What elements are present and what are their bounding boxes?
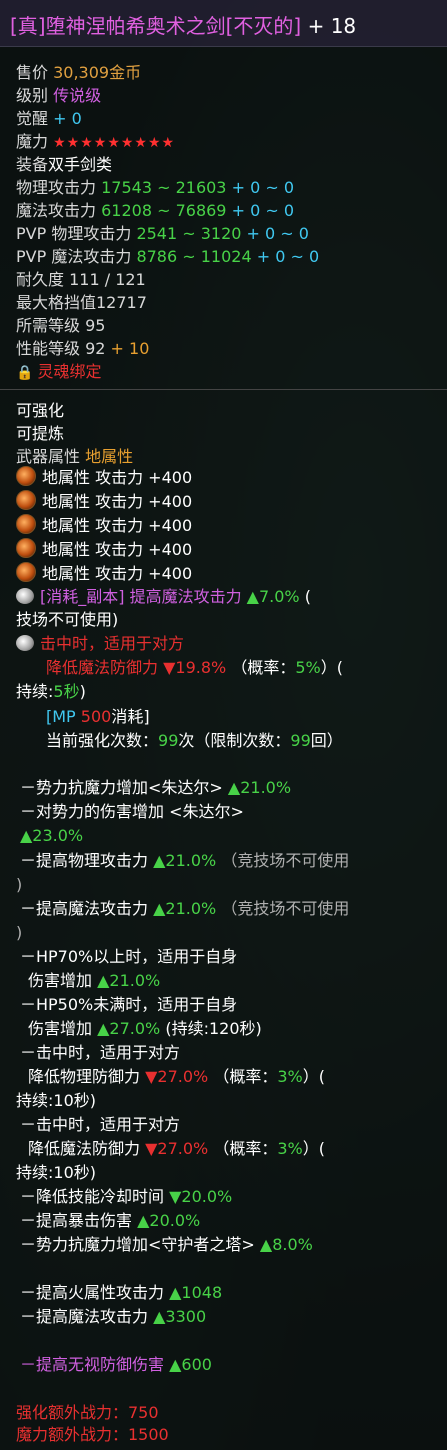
skill-consume-note: 技场不可使用) xyxy=(16,610,119,629)
price-row: 售价 30,309金币 xyxy=(16,63,142,82)
mag-attack-row: 魔法攻击力 61208 ~ 76869 + 0 ~ 0 xyxy=(16,201,295,220)
attr-line-cont: 持续:10秒) xyxy=(16,1163,96,1182)
skill-onhit-effect: 降低魔法防御力 ▼19.8% （概率：5%）( xyxy=(46,658,343,677)
title-bar: [真]堕神涅帕希奥术之剑[不灭的] + 18 xyxy=(0,0,447,47)
attr-line: －提高魔法攻击力 ▲21.0% （竞技场不可使用 xyxy=(20,899,350,918)
earth-gem-icon xyxy=(16,562,36,582)
mp-cost: [MP 500消耗] xyxy=(46,707,150,726)
attr-line: －提高暴击伤害 ▲20.0% xyxy=(20,1211,201,1230)
attr-line: －提高物理攻击力 ▲21.0% （竞技场不可使用 xyxy=(20,851,350,870)
attr-line: －势力抗魔力增加<朱达尔> ▲21.0% xyxy=(20,778,292,797)
gem-slot: 地属性 攻击力 +400 xyxy=(16,562,192,585)
performance-level: 性能等级 92 + 10 xyxy=(16,339,150,358)
attr-line: －击中时，适用于对方 xyxy=(20,1115,181,1134)
max-block: 最大格挡值12717 xyxy=(16,293,147,312)
item-title: [真]堕神涅帕希奥术之剑[不灭的] + 18 xyxy=(10,10,356,39)
weapon-attr-row: 武器属性 地属性 xyxy=(16,447,134,466)
attr-line: －降低技能冷却时间 ▼20.0% xyxy=(20,1187,233,1206)
skill-onhit: 击中时，适用于对方 xyxy=(16,633,184,655)
gem-slot: 地属性 攻击力 +400 xyxy=(16,538,192,561)
magic-row: 魔力 ★★★★★★★★★ xyxy=(16,132,176,151)
can-refine: 可提炼 xyxy=(16,424,65,443)
attr-line: －势力抗魔力增加<守护者之塔> ▲8.0% xyxy=(20,1235,313,1254)
attr-line-sub: 降低物理防御力 ▼27.0% （概率：3%）( xyxy=(28,1067,325,1086)
enhance-extra-power: 强化额外战力：750 xyxy=(16,1403,159,1422)
attr-line-cont: ) xyxy=(16,875,23,894)
attr-line-sub: 降低魔法防御力 ▼27.0% （概率：3%）( xyxy=(28,1139,325,1158)
attr-line-sub: 伤害增加 ▲27.0% (持续:120秒) xyxy=(28,1019,262,1038)
phys-attack-row: 物理攻击力 17543 ~ 21603 + 0 ~ 0 xyxy=(16,178,295,197)
pvp-phys-row: PVP 物理攻击力 2541 ~ 3120 + 0 ~ 0 xyxy=(16,224,309,243)
attr-line: －提高魔法攻击力 ▲3300 xyxy=(20,1307,207,1326)
attr-line-cont: ) xyxy=(16,923,23,942)
grade-row: 级别 传说级 xyxy=(16,86,102,105)
skill-orb-icon xyxy=(16,635,34,651)
awaken-row: 觉醒 + 0 xyxy=(16,109,82,128)
required-level: 所需等级 95 xyxy=(16,316,106,335)
attr-line: －对势力的伤害增加 <朱达尔> xyxy=(20,802,244,821)
attr-line-cont: 持续:10秒) xyxy=(16,1091,96,1110)
enhance-count: 当前强化次数：99次（限制次数：99回） xyxy=(46,731,343,750)
gem-slot: 地属性 攻击力 +400 xyxy=(16,514,192,537)
item-name: [真]堕神涅帕希奥术之剑[不灭的] xyxy=(10,14,302,38)
attr-line-sub: 伤害增加 ▲21.0% xyxy=(28,971,161,990)
attr-line: －HP50%未满时，适用于自身 xyxy=(20,995,238,1014)
pvp-mag-row: PVP 魔法攻击力 8786 ~ 11024 + 0 ~ 0 xyxy=(16,247,320,266)
magic-extra-power: 魔力额外战力：1500 xyxy=(16,1425,169,1444)
skill-onhit-duration: 持续:5秒) xyxy=(16,682,86,701)
earth-gem-icon xyxy=(16,538,36,558)
item-plus-level: + 18 xyxy=(307,14,357,38)
magic-stars-icon: ★★★★★★★★★ xyxy=(53,135,176,151)
equip-row: 装备双手剑类 xyxy=(16,155,113,174)
can-enhance: 可强化 xyxy=(16,401,65,420)
attr-line: －击中时，适用于对方 xyxy=(20,1043,181,1062)
divider xyxy=(0,389,447,390)
item-tooltip: [真]堕神涅帕希奥术之剑[不灭的] + 18 售价 30,309金币 级别 传说… xyxy=(0,0,447,1450)
earth-gem-icon xyxy=(16,514,36,534)
skill-orb-icon xyxy=(16,588,34,604)
earth-gem-icon xyxy=(16,466,36,486)
attr-line: －提高火属性攻击力 ▲1048 xyxy=(20,1283,223,1302)
lock-icon: 🔒 xyxy=(16,365,34,381)
attr-line-value: ▲23.0% xyxy=(20,826,84,845)
earth-gem-icon xyxy=(16,490,36,510)
gem-slot: 地属性 攻击力 +400 xyxy=(16,466,192,489)
attr-line: －提高无视防御伤害 ▲600 xyxy=(20,1355,212,1374)
skill-consume: [消耗_副本] 提高魔法攻击力 ▲7.0% ( xyxy=(16,586,311,608)
gem-slot: 地属性 攻击力 +400 xyxy=(16,490,192,513)
attr-line: －HP70%以上时，适用于自身 xyxy=(20,947,238,966)
soulbound-row: 🔒 灵魂绑定 xyxy=(16,362,102,381)
durability: 耐久度 111 / 121 xyxy=(16,270,146,289)
